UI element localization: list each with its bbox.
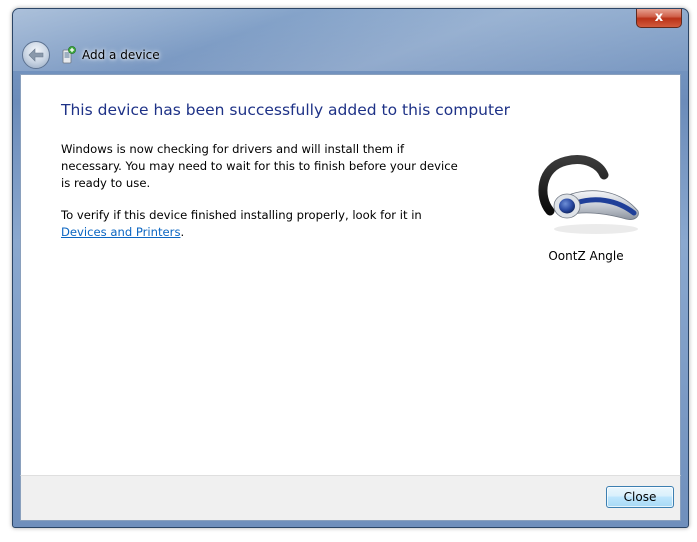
- add-device-window: x Add a device This device has been succ…: [12, 8, 689, 528]
- window-title: Add a device: [82, 48, 160, 62]
- verify-message-text: To verify if this device finished instal…: [61, 208, 422, 222]
- verify-message: To verify if this device finished instal…: [61, 207, 461, 241]
- add-device-icon: [62, 46, 76, 64]
- dialog-footer: Close: [20, 475, 681, 521]
- devices-and-printers-link[interactable]: Devices and Printers: [61, 225, 180, 239]
- device-name-label: OontZ Angle: [548, 249, 624, 263]
- verify-message-period: .: [180, 225, 185, 239]
- driver-message: Windows is now checking for drivers and …: [61, 142, 458, 190]
- content-panel: This device has been successfully added …: [20, 74, 681, 475]
- back-button[interactable]: [22, 41, 50, 69]
- success-heading: This device has been successfully added …: [61, 101, 510, 119]
- close-button[interactable]: Close: [606, 486, 674, 508]
- back-arrow-icon: [28, 48, 44, 62]
- bluetooth-headset-icon: [538, 155, 639, 234]
- window-close-button[interactable]: x: [636, 9, 682, 28]
